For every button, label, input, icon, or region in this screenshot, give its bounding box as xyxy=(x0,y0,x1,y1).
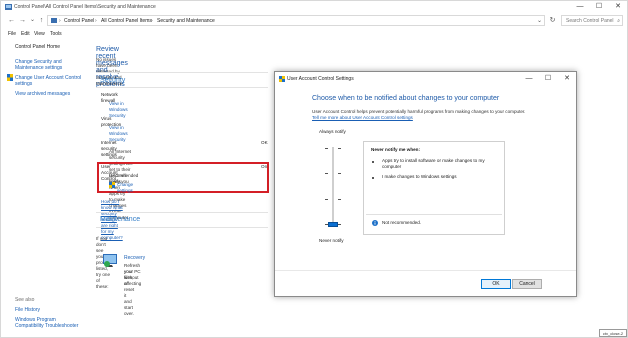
security-heading[interactable]: Security xyxy=(100,77,125,84)
panel-divider xyxy=(366,214,502,215)
search-input[interactable]: Search Control Panel ⌕ xyxy=(561,15,623,26)
dialog-close-button[interactable]: ✕ xyxy=(559,74,575,84)
cancel-button-label: Cancel xyxy=(519,281,535,287)
address-dropdown-button[interactable]: ⌄ xyxy=(537,16,542,26)
sidebar-item-change-security-settings-cont[interactable]: Maintenance settings xyxy=(15,65,62,71)
corner-tag: ctx_close-2 xyxy=(599,329,627,337)
breadcrumb-separator: › xyxy=(151,18,153,24)
info-text: Not recommended. xyxy=(382,220,422,225)
menu-view[interactable]: View xyxy=(34,29,45,39)
slider-tick xyxy=(338,224,341,225)
breadcrumb-security-maintenance[interactable]: Security and Maintenance xyxy=(157,16,215,26)
never-notify-label: Never notify xyxy=(319,238,344,243)
sidebar-item-view-archived[interactable]: View archived messages xyxy=(15,91,70,97)
uac-learn-more-link[interactable]: Tell me more about User Account Control … xyxy=(312,115,413,121)
shield-icon xyxy=(7,74,13,81)
close-button[interactable]: ✕ xyxy=(611,1,625,13)
slider-tick xyxy=(338,173,341,174)
divider xyxy=(96,227,268,228)
info-icon xyxy=(372,220,378,226)
recovery-link[interactable]: Recovery xyxy=(124,255,145,261)
uac-settings-dialog: User Account Control Settings — ☐ ✕ Choo… xyxy=(274,71,577,297)
dialog-title: User Account Control Settings xyxy=(287,76,354,82)
sidebar-link-file-history[interactable]: File History xyxy=(15,307,40,313)
divider xyxy=(96,212,268,213)
sidebar-item-change-uac-cont[interactable]: settings xyxy=(15,81,32,87)
shield-icon xyxy=(279,76,285,82)
dialog-minimize-button[interactable]: — xyxy=(521,74,537,84)
notify-slider-thumb[interactable] xyxy=(328,222,338,227)
refresh-button[interactable]: ↻ xyxy=(548,15,557,26)
breadcrumb-all-items[interactable]: All Control Panel Items xyxy=(101,16,152,26)
change-settings-link[interactable]: Change settings xyxy=(117,182,133,194)
recovery-icon xyxy=(103,254,117,267)
recovery-desc-2: your files, or reset it and start over. xyxy=(124,269,135,316)
panel-title: Never notify me when: xyxy=(371,147,421,152)
up-button[interactable]: ↑ xyxy=(37,15,46,26)
control-panel-icon xyxy=(5,4,12,10)
control-panel-icon xyxy=(51,18,57,23)
breadcrumb-control-panel[interactable]: Control Panel xyxy=(64,16,94,26)
slider-tick xyxy=(338,148,341,149)
maximize-button[interactable]: ☐ xyxy=(592,1,606,13)
divider xyxy=(96,72,268,73)
recent-locations-button[interactable]: ⌄ xyxy=(28,15,37,26)
internet-security-status: OK xyxy=(261,140,268,145)
slider-tick xyxy=(325,199,328,200)
ok-button[interactable]: OK xyxy=(481,279,511,289)
slider-tick xyxy=(325,173,328,174)
bullet-text-2: I make changes to Windows settings xyxy=(382,174,457,179)
sidebar-item-control-panel-home[interactable]: Control Panel Home xyxy=(15,44,60,50)
forward-button[interactable]: → xyxy=(18,15,27,26)
breadcrumb-separator: › xyxy=(59,18,61,24)
shield-icon xyxy=(109,182,115,188)
menu-edit[interactable]: Edit xyxy=(21,29,30,39)
search-icon: ⌕ xyxy=(617,18,620,24)
uac-status: On xyxy=(261,164,268,169)
menu-file[interactable]: File xyxy=(8,29,16,39)
search-placeholder: Search Control Panel xyxy=(566,18,614,24)
address-box[interactable]: › Control Panel › All Control Panel Item… xyxy=(47,15,545,26)
sidebar-link-compat-troubleshooter-cont[interactable]: Compatibility Troubleshooter xyxy=(15,323,78,329)
slider-tick xyxy=(338,199,341,200)
bullet-text-1-cont: computer xyxy=(382,164,402,169)
bullet xyxy=(372,177,374,179)
always-notify-label: Always notify xyxy=(319,129,346,134)
notify-description-panel: Never notify me when: Apps try to instal… xyxy=(363,141,505,235)
divider xyxy=(96,87,268,88)
ok-button-label: OK xyxy=(492,281,500,287)
notify-slider-track[interactable] xyxy=(332,147,334,227)
maintenance-heading[interactable]: Maintenance xyxy=(100,216,140,223)
control-panel-window: Control Panel\All Control Panel Items\Se… xyxy=(0,0,628,338)
minimize-button[interactable]: — xyxy=(573,1,587,13)
window-title: Control Panel\All Control Panel Items\Se… xyxy=(14,4,156,10)
cancel-button[interactable]: Cancel xyxy=(512,279,542,289)
dialog-heading: Choose when to be notified about changes… xyxy=(312,95,500,102)
breadcrumb-separator: › xyxy=(95,18,97,24)
address-bar-row: ← → ⌄ ↑ › Control Panel › All Control Pa… xyxy=(1,14,628,27)
see-also-heading: See also xyxy=(15,297,35,303)
menu-tools[interactable]: Tools xyxy=(50,29,62,39)
slider-tick xyxy=(325,148,328,149)
title-bar: Control Panel\All Control Panel Items\Se… xyxy=(1,1,628,13)
bullet xyxy=(372,161,374,163)
dialog-maximize-button[interactable]: ☐ xyxy=(540,74,556,84)
dialog-divider xyxy=(275,270,576,271)
back-button[interactable]: ← xyxy=(7,15,16,26)
